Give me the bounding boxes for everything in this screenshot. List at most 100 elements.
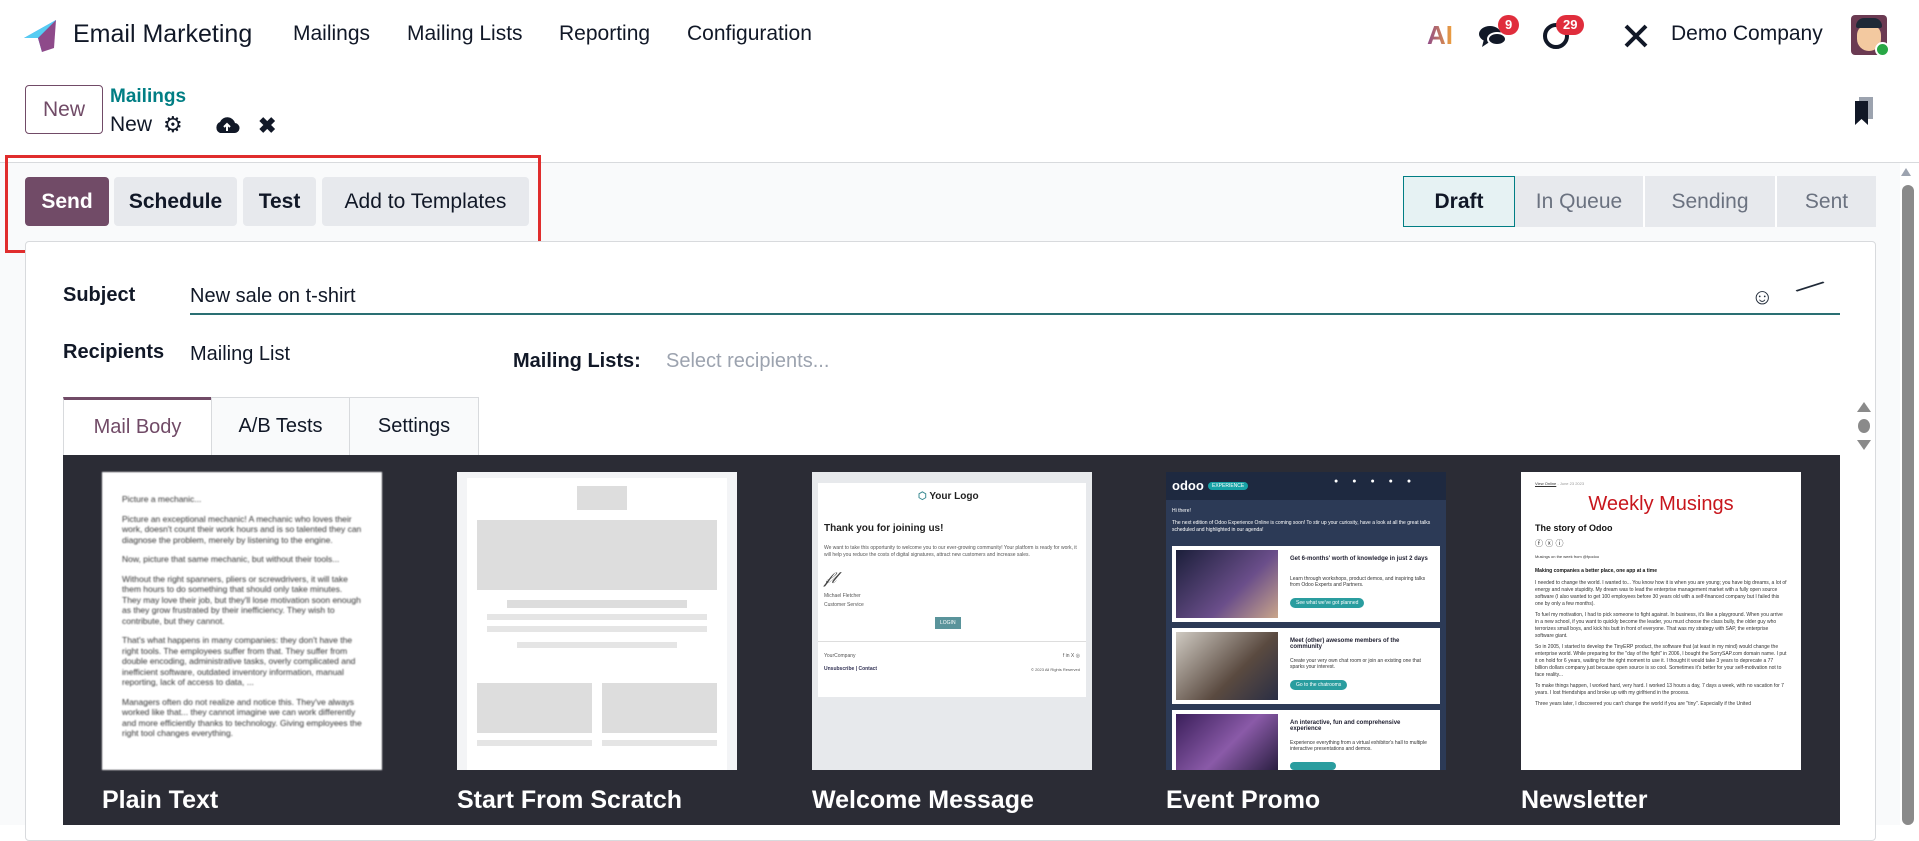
status-bar: Draft In Queue Sending Sent bbox=[1403, 176, 1876, 227]
template-newsletter[interactable]: View Online - June 23 2023 Weekly Musing… bbox=[1521, 472, 1801, 770]
plain-text-line: That's what happens in many companies: t… bbox=[122, 635, 356, 687]
newsletter-date: - June 23 2023 bbox=[1557, 481, 1585, 486]
plain-text-line: Now, picture that same mechanic, but wit… bbox=[122, 554, 340, 564]
mailing-lists-input[interactable]: Select recipients... bbox=[666, 350, 829, 373]
template-name[interactable]: Plain Text bbox=[102, 786, 218, 815]
event-card: Meet (other) awesome members of the comm… bbox=[1172, 628, 1440, 704]
subject-value: New sale on t-shirt bbox=[190, 285, 356, 307]
newsletter-byline: Musings on the week from @fpodoo bbox=[1535, 554, 1600, 559]
user-avatar[interactable] bbox=[1851, 15, 1890, 57]
breadcrumb-current: New bbox=[110, 113, 153, 136]
template-name[interactable]: Welcome Message bbox=[812, 786, 1034, 815]
newsletter-paragraph: To fuel my motivation, I had to pick som… bbox=[1535, 612, 1783, 639]
status-in-queue[interactable]: In Queue bbox=[1515, 176, 1643, 227]
welcome-copyright: © 2023 All Rights Reserved bbox=[1031, 667, 1080, 672]
newsletter-paragraph: So in 2005, I started to develop the Tin… bbox=[1535, 644, 1787, 678]
newsletter-paragraph: Three years later, I discovered you can'… bbox=[1535, 701, 1752, 707]
online-status-icon bbox=[1875, 42, 1890, 57]
status-draft[interactable]: Draft bbox=[1403, 176, 1515, 227]
template-name[interactable]: Start From Scratch bbox=[457, 786, 682, 815]
event-brand: odoo bbox=[1172, 478, 1204, 493]
breadcrumb-mailings[interactable]: Mailings bbox=[110, 86, 186, 108]
scratch-canvas bbox=[467, 478, 727, 770]
activities-badge: 29 bbox=[1556, 15, 1585, 35]
template-name[interactable]: Event Promo bbox=[1166, 786, 1320, 815]
newsletter-paragraph: To make things happen, I worked hard, ve… bbox=[1535, 683, 1784, 696]
top-navbar: Email Marketing Mailings Mailing Lists R… bbox=[0, 0, 1919, 73]
scroll-up-icon[interactable] bbox=[1901, 168, 1911, 176]
logo-icon: ⬡ bbox=[918, 491, 930, 502]
event-social-icons: ●●●●● bbox=[1334, 478, 1426, 485]
subject-input[interactable]: New sale on t-shirt bbox=[190, 282, 1840, 315]
event-card-button: Go to the chatrooms bbox=[1290, 680, 1348, 690]
inner-scroll-up-icon[interactable] bbox=[1857, 402, 1871, 412]
newsletter-subtitle: The story of Odoo bbox=[1535, 523, 1613, 533]
schedule-button[interactable]: Schedule bbox=[114, 177, 237, 226]
new-button[interactable]: New bbox=[25, 85, 103, 134]
event-card-text: Learn through workshops, product demos, … bbox=[1290, 576, 1426, 588]
control-panel: New Mailings New ⚙ ✖ bbox=[0, 73, 1919, 163]
tab-settings[interactable]: Settings bbox=[349, 397, 479, 456]
newsletter-title: Weekly Musings bbox=[1588, 493, 1734, 515]
welcome-footer-links: Unsubscribe | Contact bbox=[824, 666, 878, 672]
template-welcome-message[interactable]: ⬡ Your Logo Thank you for joining us! We… bbox=[812, 472, 1092, 770]
template-start-from-scratch[interactable] bbox=[457, 472, 737, 770]
welcome-heading: Thank you for joining us! bbox=[824, 523, 944, 534]
social-icons: f in X ◎ bbox=[1062, 653, 1080, 659]
event-card-button: See what we've got planned bbox=[1290, 598, 1365, 608]
event-card-text: Create your very own chat room or join a… bbox=[1290, 658, 1421, 670]
mailing-lists-label: Mailing Lists: bbox=[513, 350, 641, 372]
welcome-company: YourCompany bbox=[824, 653, 856, 659]
subject-label: Subject bbox=[63, 284, 136, 306]
welcome-logo: Your Logo bbox=[929, 491, 979, 502]
template-plain-text[interactable]: Picture a mechanic... Picture an excepti… bbox=[102, 472, 382, 770]
newsletter-section: Making companies a better place, one app… bbox=[1535, 568, 1657, 574]
template-name[interactable]: Newsletter bbox=[1521, 786, 1647, 815]
menu-configuration[interactable]: Configuration bbox=[687, 22, 812, 46]
template-event-promo[interactable]: odoo EXPERIENCE ●●●●● Hi there! The next… bbox=[1166, 472, 1446, 770]
tools-icon[interactable] bbox=[1623, 23, 1649, 49]
event-intro: The next edition of Odoo Experience Onli… bbox=[1172, 520, 1431, 533]
event-tag: EXPERIENCE bbox=[1208, 482, 1249, 490]
event-header: odoo EXPERIENCE ●●●●● bbox=[1166, 472, 1446, 500]
cloud-save-icon[interactable] bbox=[214, 115, 240, 135]
welcome-signer-role: Customer Service bbox=[824, 602, 864, 608]
welcome-signer: Michael Fletcher bbox=[824, 593, 861, 599]
avatar-hair bbox=[1856, 18, 1882, 28]
inner-scroll-down-icon[interactable] bbox=[1857, 440, 1871, 450]
app-title[interactable]: Email Marketing bbox=[73, 20, 252, 49]
event-card-button bbox=[1290, 762, 1336, 770]
tab-ab-tests[interactable]: A/B Tests bbox=[211, 397, 350, 456]
event-card-title: Meet (other) awesome members of the comm… bbox=[1290, 638, 1400, 650]
newsletter-view-online: View Online bbox=[1535, 481, 1557, 486]
newsletter-social-icons: ⓕ ⓧ ⓘ bbox=[1535, 539, 1564, 548]
plain-text-line: Managers often do not realize and notice… bbox=[122, 696, 362, 739]
ai-icon[interactable]: AI bbox=[1427, 20, 1453, 51]
recipients-select[interactable]: Mailing List bbox=[190, 343, 290, 366]
company-switcher[interactable]: Demo Company bbox=[1671, 22, 1823, 46]
event-card: An interactive, fun and comprehensive ex… bbox=[1172, 710, 1440, 770]
discard-icon[interactable]: ✖ bbox=[258, 113, 276, 139]
email-marketing-logo-icon[interactable] bbox=[22, 18, 58, 54]
event-greeting: Hi there! bbox=[1172, 508, 1191, 514]
recipients-label: Recipients bbox=[63, 341, 165, 363]
inner-scroll-thumb[interactable] bbox=[1858, 419, 1870, 433]
tab-mail-body[interactable]: Mail Body bbox=[63, 397, 212, 456]
status-sending[interactable]: Sending bbox=[1643, 176, 1775, 227]
page-scrollbar-thumb[interactable] bbox=[1902, 185, 1914, 825]
menu-reporting[interactable]: Reporting bbox=[559, 22, 650, 46]
menu-mailing-lists[interactable]: Mailing Lists bbox=[407, 22, 523, 46]
menu-mailings[interactable]: Mailings bbox=[293, 22, 370, 46]
send-button[interactable]: Send bbox=[25, 177, 109, 226]
status-sent[interactable]: Sent bbox=[1775, 176, 1876, 227]
plain-text-line: Picture an exceptional mechanic! A mecha… bbox=[122, 513, 362, 545]
event-card-title: An interactive, fun and comprehensive ex… bbox=[1290, 720, 1401, 732]
test-button[interactable]: Test bbox=[243, 177, 316, 226]
emoji-picker-icon[interactable]: ☺ bbox=[1751, 284, 1773, 310]
messages-badge: 9 bbox=[1498, 15, 1520, 35]
plain-text-line: Picture a mechanic... bbox=[122, 494, 202, 504]
signature-icon: 𝒻𝓁 bbox=[824, 570, 837, 587]
gear-icon[interactable]: ⚙ bbox=[163, 112, 183, 138]
add-to-templates-button[interactable]: Add to Templates bbox=[322, 177, 529, 226]
bookmark-icon[interactable] bbox=[1853, 97, 1875, 127]
